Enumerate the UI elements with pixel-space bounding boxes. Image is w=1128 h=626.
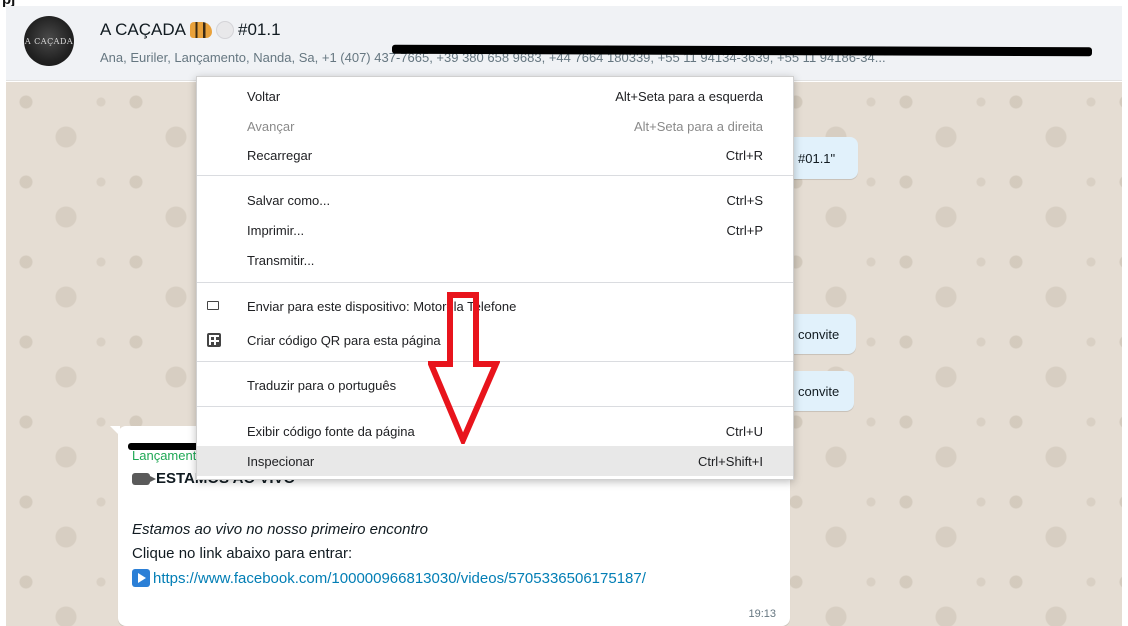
menu-item-label: Exibir código fonte da página	[247, 423, 415, 439]
menu-item-label: Transmitir...	[247, 252, 315, 268]
device-icon	[207, 301, 219, 310]
message-sender[interactable]: Lançamento	[132, 448, 204, 463]
menu-separator	[197, 175, 793, 176]
group-title[interactable]: A CAÇADA #01.1	[100, 20, 281, 40]
screen: pj A CAÇADA A CAÇADA #01.1 Ana, Euriler,…	[0, 0, 1128, 626]
bubble-invite-text: convite	[798, 326, 840, 342]
menu-item-save-as[interactable]: Salvar como... Ctrl+S	[197, 185, 793, 215]
bubble-quote-text: #01.1"	[798, 150, 836, 166]
group-avatar[interactable]: A CAÇADA	[24, 16, 74, 66]
chat-header[interactable]: A CAÇADA A CAÇADA #01.1 Ana, Euriler, La…	[6, 6, 1122, 81]
menu-item-label: Inspecionar	[247, 453, 315, 469]
red-down-arrow	[428, 292, 500, 444]
message-italic-text: Estamos ao vivo no nosso primeiro encont…	[132, 521, 428, 538]
menu-item-forward[interactable]: Avançar Alt+Seta para a direita	[197, 111, 793, 141]
bubble-invite-text: convite	[798, 383, 840, 399]
menu-item-reload[interactable]: Recarregar Ctrl+R	[197, 140, 793, 170]
menu-item-label: Recarregar	[247, 147, 313, 163]
moon-icon	[215, 21, 234, 39]
camera-icon	[132, 472, 156, 485]
menu-item-shortcut: Ctrl+R	[725, 147, 763, 163]
message-instruction-text: Clique no link abaixo para entrar:	[132, 545, 353, 562]
menu-item-label: Avançar	[247, 118, 295, 134]
menu-item-cast[interactable]: Transmitir...	[197, 245, 793, 275]
menu-item-shortcut: Alt+Seta para a direita	[634, 118, 763, 134]
menu-item-label: Voltar	[247, 88, 281, 104]
menu-item-inspect[interactable]: Inspecionar Ctrl+Shift+I	[197, 446, 793, 476]
menu-item-shortcut: Ctrl+P	[726, 222, 763, 238]
menu-item-label: Traduzir para o português	[247, 377, 397, 393]
menu-item-shortcut: Ctrl+Shift+I	[697, 453, 763, 469]
qr-icon	[207, 333, 221, 347]
group-title-text: A CAÇADA	[100, 20, 186, 39]
avatar-text: A CAÇADA	[24, 36, 74, 46]
arrow-right-icon	[132, 569, 150, 587]
message-link-row: https://www.facebook.com/100000966813030…	[132, 569, 646, 587]
group-title-suffix: #01.1	[237, 20, 281, 39]
menu-item-back[interactable]: Voltar Alt+Seta para a esquerda	[197, 81, 793, 111]
menu-item-shortcut: Ctrl+U	[725, 423, 763, 439]
menu-item-label: Salvar como...	[247, 192, 331, 208]
message-time: 19:13	[748, 608, 776, 620]
menu-item-label: Criar código QR para esta página	[247, 332, 441, 348]
message-link[interactable]: https://www.facebook.com/100000966813030…	[153, 570, 646, 587]
menu-item-label: Imprimir...	[247, 222, 305, 238]
menu-item-shortcut: Alt+Seta para a esquerda	[615, 88, 763, 104]
menu-item-print[interactable]: Imprimir... Ctrl+P	[197, 215, 793, 245]
menu-item-shortcut: Ctrl+S	[726, 192, 763, 208]
menu-separator	[197, 282, 793, 283]
tiger-icon	[189, 22, 212, 38]
